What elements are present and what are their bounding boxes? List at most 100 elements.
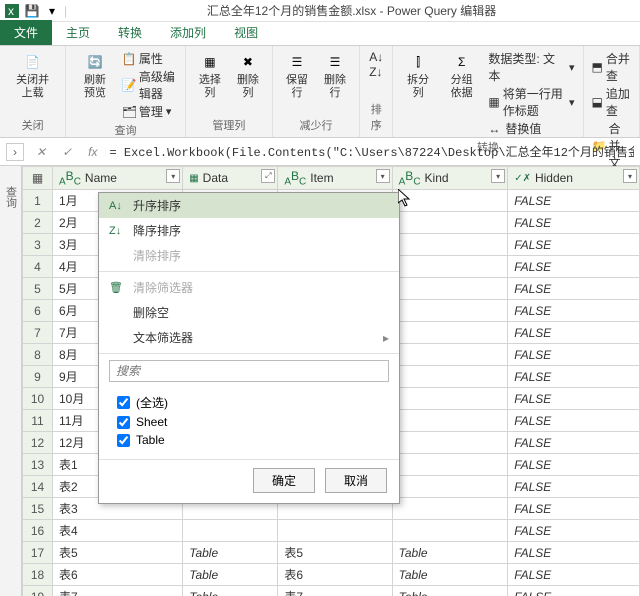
close-load-button[interactable]: 📄关闭并 上载	[8, 50, 57, 102]
cell-hidden[interactable]: FALSE	[508, 520, 640, 542]
cell-kind[interactable]	[392, 476, 508, 498]
cell-kind[interactable]	[392, 344, 508, 366]
cell-name[interactable]: 表6	[53, 564, 183, 586]
table-row[interactable]: 19 表7 Table 表7 Table FALSE	[23, 586, 640, 596]
cell-kind[interactable]	[392, 322, 508, 344]
row-number[interactable]: 18	[23, 564, 53, 586]
cell-kind[interactable]	[392, 366, 508, 388]
cell-data[interactable]: Table	[183, 586, 278, 596]
cell-kind[interactable]: Table	[392, 586, 508, 596]
remove-columns-button[interactable]: ✖删除 列	[232, 50, 264, 102]
properties-button[interactable]: 📋属性	[122, 50, 163, 67]
cell-data[interactable]: Table	[183, 564, 278, 586]
cell-kind[interactable]	[392, 454, 508, 476]
col-header-data[interactable]: ▦Data⤢	[183, 167, 278, 190]
row-number[interactable]: 16	[23, 520, 53, 542]
expand-data[interactable]: ⤢	[261, 169, 275, 183]
tab-view[interactable]: 视图	[220, 20, 272, 45]
row-number[interactable]: 17	[23, 542, 53, 564]
sort-asc-item[interactable]: A↓升序排序	[99, 193, 399, 218]
cell-hidden[interactable]: FALSE	[508, 256, 640, 278]
formula-accept-icon[interactable]: ✓	[58, 145, 76, 159]
replace-values-button[interactable]: ↔替换值	[488, 120, 541, 137]
row-number[interactable]: 19	[23, 586, 53, 596]
cancel-button[interactable]: 取消	[325, 468, 387, 493]
cell-hidden[interactable]: FALSE	[508, 322, 640, 344]
cell-hidden[interactable]: FALSE	[508, 344, 640, 366]
cell-kind[interactable]	[392, 410, 508, 432]
sort-desc-item[interactable]: Z↓降序排序	[99, 218, 399, 243]
cell-hidden[interactable]: FALSE	[508, 388, 640, 410]
cell-item[interactable]: 表7	[278, 586, 392, 596]
text-filter-item[interactable]: 文本筛选器▸	[99, 325, 399, 350]
tab-addcolumn[interactable]: 添加列	[156, 20, 220, 45]
remove-rows-button[interactable]: ☰删除 行	[319, 50, 351, 102]
formula-input[interactable]: = Excel.Workbook(File.Contents("C:\Users…	[109, 143, 634, 160]
refresh-button[interactable]: 🔄刷新 预览	[74, 50, 116, 102]
row-number[interactable]: 8	[23, 344, 53, 366]
row-number[interactable]: 4	[23, 256, 53, 278]
remove-empty-item[interactable]: 删除空	[99, 300, 399, 325]
expand-queries-button[interactable]: ›	[6, 143, 24, 161]
col-header-name[interactable]: ABCName▾	[53, 167, 183, 190]
sort-asc-button[interactable]: A↓	[369, 50, 383, 64]
cell-kind[interactable]	[392, 388, 508, 410]
manage-button[interactable]: 🗂管理 ▾	[122, 103, 172, 120]
table-row[interactable]: 16 表4 FALSE	[23, 520, 640, 542]
row-number[interactable]: 5	[23, 278, 53, 300]
data-type-button[interactable]: 数据类型: 文本 ▾	[488, 50, 574, 84]
cell-item[interactable]: 表6	[278, 564, 392, 586]
tab-home[interactable]: 主页	[52, 20, 104, 45]
col-header-item[interactable]: ABCItem▾	[278, 167, 392, 190]
cell-kind[interactable]	[392, 190, 508, 212]
col-header-hidden[interactable]: ✓✗Hidden▾	[508, 167, 640, 190]
sort-desc-button[interactable]: Z↓	[369, 65, 383, 79]
queries-pane-handle[interactable]: 查询	[0, 166, 22, 596]
group-by-button[interactable]: Σ分组 依据	[441, 50, 482, 102]
col-header-kind[interactable]: ABCKind▾	[392, 167, 508, 190]
row-number[interactable]: 12	[23, 432, 53, 454]
row-number[interactable]: 2	[23, 212, 53, 234]
cell-item[interactable]	[278, 520, 392, 542]
row-number[interactable]: 3	[23, 234, 53, 256]
corner-cell[interactable]: ▦	[23, 167, 53, 190]
cell-data[interactable]	[183, 520, 278, 542]
cell-kind[interactable]: Table	[392, 542, 508, 564]
filter-search-input[interactable]	[109, 360, 389, 382]
check-table[interactable]: Table	[117, 431, 381, 449]
cell-hidden[interactable]: FALSE	[508, 542, 640, 564]
row-number[interactable]: 1	[23, 190, 53, 212]
check-select-all[interactable]: (全选)	[117, 392, 381, 413]
cell-data[interactable]: Table	[183, 542, 278, 564]
row-number[interactable]: 13	[23, 454, 53, 476]
table-row[interactable]: 18 表6 Table 表6 Table FALSE	[23, 564, 640, 586]
split-column-button[interactable]: ⫿拆分 列	[401, 50, 435, 102]
cell-hidden[interactable]: FALSE	[508, 498, 640, 520]
row-number[interactable]: 14	[23, 476, 53, 498]
tab-transform[interactable]: 转换	[104, 20, 156, 45]
merge-queries-button[interactable]: ⬒合并查	[592, 50, 631, 84]
row-number[interactable]: 6	[23, 300, 53, 322]
cell-kind[interactable]	[392, 300, 508, 322]
filter-dropdown-kind[interactable]: ▾	[491, 169, 505, 183]
fx-icon[interactable]: fx	[84, 145, 101, 159]
cell-name[interactable]: 表5	[53, 542, 183, 564]
filter-dropdown-item[interactable]: ▾	[376, 169, 390, 183]
row-number[interactable]: 10	[23, 388, 53, 410]
save-icon[interactable]: 💾	[24, 3, 40, 19]
table-row[interactable]: 17 表5 Table 表5 Table FALSE	[23, 542, 640, 564]
cell-hidden[interactable]: FALSE	[508, 432, 640, 454]
cell-hidden[interactable]: FALSE	[508, 366, 640, 388]
cell-hidden[interactable]: FALSE	[508, 278, 640, 300]
cell-kind[interactable]	[392, 278, 508, 300]
cell-kind[interactable]	[392, 212, 508, 234]
cell-hidden[interactable]: FALSE	[508, 476, 640, 498]
first-row-header-button[interactable]: ▦将第一行用作标题 ▾	[488, 85, 574, 119]
cell-kind[interactable]	[392, 234, 508, 256]
cell-name[interactable]: 表7	[53, 586, 183, 596]
qat-dropdown-icon[interactable]: ▾	[44, 3, 60, 19]
cell-hidden[interactable]: FALSE	[508, 454, 640, 476]
formula-cancel-icon[interactable]: ✕	[32, 145, 50, 159]
row-number[interactable]: 15	[23, 498, 53, 520]
row-number[interactable]: 9	[23, 366, 53, 388]
